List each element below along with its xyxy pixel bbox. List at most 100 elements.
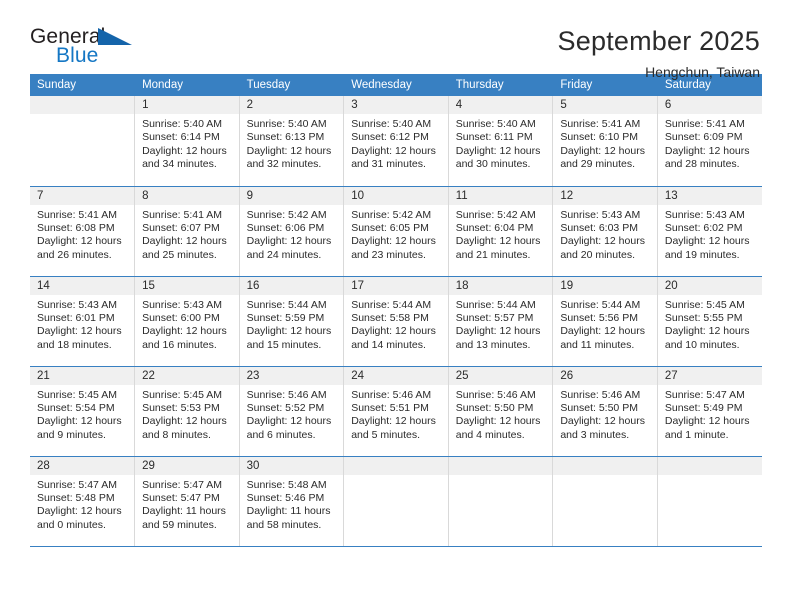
- sun-detail-line: and 30 minutes.: [455, 158, 531, 171]
- calendar-day-cell[interactable]: 29 Sunrise: 5:47 AM Sunset: 5:47 PM Dayligh…: [134, 456, 240, 547]
- sun-detail-line: Daylight: 12 hours: [351, 144, 436, 157]
- calendar-day-cell[interactable]: 2 Sunrise: 5:40 AM Sunset: 6:13 PM Daylight…: [239, 96, 345, 187]
- day-number: 9: [239, 186, 344, 205]
- day-number: 17: [344, 276, 448, 295]
- day-number: 30: [239, 456, 344, 475]
- sun-detail-line: Daylight: 12 hours: [246, 325, 332, 338]
- sun-details: Sunrise: 5:46 AM Sunset: 5:50 PM Daylight:…: [449, 385, 553, 443]
- calendar-day-cell[interactable]: 5 Sunrise: 5:41 AM Sunset: 6:10 PM Daylight…: [552, 96, 658, 187]
- sun-detail-line: Sunset: 6:08 PM: [37, 221, 115, 234]
- sun-detail-line: and 28 minutes.: [664, 158, 740, 171]
- calendar-day-cell[interactable]: 7 Sunrise: 5:41 AM Sunset: 6:08 PM Daylight…: [30, 186, 136, 277]
- calendar-day-cell[interactable]: 12 Sunrise: 5:43 AM Sunset: 6:03 PM Dayligh…: [552, 186, 658, 277]
- day-number: 23: [239, 366, 344, 385]
- day-number: 3: [344, 96, 448, 114]
- day-number: 8: [135, 186, 239, 205]
- calendar-day-cell[interactable]: 26 Sunrise: 5:46 AM Sunset: 5:50 PM Dayligh…: [552, 366, 658, 457]
- sun-detail-line: Daylight: 12 hours: [142, 144, 227, 157]
- calendar-day-cell[interactable]: 9 Sunrise: 5:42 AM Sunset: 6:06 PM Daylight…: [239, 186, 345, 277]
- sun-detail-line: and 6 minutes.: [246, 428, 316, 441]
- sun-detail-line: Daylight: 12 hours: [560, 144, 645, 157]
- calendar-day-cell[interactable]: 27 Sunrise: 5:47 AM Sunset: 5:49 PM Dayligh…: [657, 366, 762, 457]
- calendar-day-cell[interactable]: 23 Sunrise: 5:46 AM Sunset: 5:52 PM Dayligh…: [239, 366, 345, 457]
- sun-detail-line: and 20 minutes.: [560, 248, 636, 261]
- calendar-day-cell[interactable]: 10 Sunrise: 5:42 AM Sunset: 6:05 PM Dayligh…: [343, 186, 449, 277]
- calendar-day-cell[interactable]: 20 Sunrise: 5:45 AM Sunset: 5:55 PM Dayligh…: [657, 276, 762, 367]
- calendar-day-cell[interactable]: 18 Sunrise: 5:44 AM Sunset: 5:57 PM Dayligh…: [448, 276, 554, 367]
- sun-detail-line: Daylight: 12 hours: [560, 325, 645, 338]
- day-number: 4: [448, 96, 553, 114]
- sun-detail-line: Sunset: 5:48 PM: [37, 491, 115, 504]
- sun-detail-line: and 29 minutes.: [560, 158, 636, 171]
- calendar-day-cell[interactable]: 28 Sunrise: 5:47 AM Sunset: 5:48 PM Dayligh…: [30, 456, 136, 547]
- calendar-day-cell[interactable]: 30 Sunrise: 5:48 AM Sunset: 5:46 PM Dayligh…: [239, 456, 345, 547]
- calendar-day-cell[interactable]: 22 Sunrise: 5:45 AM Sunset: 5:53 PM Dayligh…: [134, 366, 240, 457]
- calendar-day-cell[interactable]: 16 Sunrise: 5:44 AM Sunset: 5:59 PM Dayligh…: [239, 276, 345, 367]
- sun-detail-line: Sunset: 6:13 PM: [246, 131, 325, 144]
- sun-detail-line: and 11 minutes.: [560, 338, 635, 351]
- sun-detail-line: Sunrise: 5:40 AM: [142, 118, 223, 130]
- sun-details: Sunrise: 5:47 AM Sunset: 5:47 PM Daylight:…: [135, 475, 239, 533]
- general-blue-logo[interactable]: General Blue: [30, 26, 140, 72]
- sun-detail-line: Daylight: 12 hours: [664, 235, 750, 248]
- sun-detail-line: Sunrise: 5:41 AM: [37, 208, 117, 221]
- sun-detail-line: Sunset: 6:03 PM: [560, 221, 638, 234]
- calendar-day-cell[interactable]: 3 Sunrise: 5:40 AM Sunset: 6:12 PM Daylight…: [343, 96, 449, 187]
- sun-details: Sunrise: 5:45 AM Sunset: 5:53 PM Daylight:…: [135, 385, 239, 443]
- sun-details: Sunrise: 5:44 AM Sunset: 5:56 PM Daylight:…: [553, 295, 657, 353]
- sun-detail-line: Sunset: 5:58 PM: [351, 311, 429, 324]
- calendar-day-cell[interactable]: 11 Sunrise: 5:42 AM Sunset: 6:04 PM Dayligh…: [448, 186, 554, 277]
- day-number: 22: [135, 366, 239, 385]
- calendar-day-cell-empty: [448, 456, 554, 547]
- sun-detail-line: Sunrise: 5:41 AM: [560, 118, 641, 130]
- calendar-day-cell[interactable]: 13 Sunrise: 5:43 AM Sunset: 6:02 PM Dayligh…: [657, 186, 762, 277]
- sun-detail-line: and 13 minutes.: [455, 338, 531, 351]
- sun-detail-line: and 18 minutes.: [37, 338, 112, 351]
- calendar-day-cell[interactable]: 14 Sunrise: 5:43 AM Sunset: 6:01 PM Dayligh…: [30, 276, 136, 367]
- sun-details: Sunrise: 5:43 AM Sunset: 6:00 PM Daylight:…: [135, 295, 239, 353]
- sun-details: Sunrise: 5:41 AM Sunset: 6:09 PM Daylight:…: [658, 114, 762, 172]
- sun-details: Sunrise: 5:43 AM Sunset: 6:03 PM Daylight:…: [553, 205, 657, 263]
- day-number: 2: [239, 96, 344, 114]
- calendar-day-cell[interactable]: 15 Sunrise: 5:43 AM Sunset: 6:00 PM Dayligh…: [134, 276, 240, 367]
- calendar-day-cell[interactable]: 1 Sunrise: 5:40 AM Sunset: 6:14 PM Daylight…: [134, 96, 240, 187]
- logo-text-blue: Blue: [56, 44, 99, 67]
- sun-detail-line: Sunset: 6:07 PM: [142, 221, 220, 234]
- sun-detail-line: Daylight: 12 hours: [37, 505, 122, 518]
- calendar-day-cell[interactable]: 21 Sunrise: 5:45 AM Sunset: 5:54 PM Dayligh…: [30, 366, 136, 457]
- title-block: September 2025 Hengchun, Taiwan: [558, 26, 762, 82]
- day-number: 14: [30, 276, 135, 295]
- sun-details: Sunrise: 5:46 AM Sunset: 5:50 PM Daylight:…: [553, 385, 657, 443]
- sun-detail-line: Sunrise: 5:44 AM: [560, 298, 641, 311]
- sun-details: Sunrise: 5:44 AM Sunset: 5:59 PM Daylight:…: [240, 295, 344, 353]
- calendar-grid: Sunday Monday Tuesday Wednesday Thursday Frid…: [30, 74, 763, 547]
- calendar-day-cell[interactable]: 19 Sunrise: 5:44 AM Sunset: 5:56 PM Dayligh…: [552, 276, 658, 367]
- calendar-day-cell[interactable]: 25 Sunrise: 5:46 AM Sunset: 5:50 PM Dayligh…: [448, 366, 554, 457]
- calendar-day-cell[interactable]: 17 Sunrise: 5:44 AM Sunset: 5:58 PM Dayligh…: [343, 276, 449, 367]
- day-number: 5: [553, 96, 657, 114]
- day-number: 6: [657, 96, 762, 114]
- sun-detail-line: and 21 minutes.: [455, 248, 531, 261]
- day-number: 28: [30, 456, 135, 475]
- sun-detail-line: Daylight: 11 hours: [246, 505, 331, 518]
- sun-detail-line: Sunset: 6:12 PM: [351, 131, 429, 144]
- sun-detail-line: Sunrise: 5:46 AM: [455, 388, 536, 401]
- calendar-day-cell[interactable]: 8 Sunrise: 5:41 AM Sunset: 6:07 PM Daylight…: [134, 186, 240, 277]
- calendar-day-cell[interactable]: 24 Sunrise: 5:46 AM Sunset: 5:51 PM Dayligh…: [343, 366, 449, 457]
- sun-detail-line: Daylight: 12 hours: [37, 325, 122, 338]
- sun-details: Sunrise: 5:40 AM Sunset: 6:14 PM Daylight:…: [135, 114, 239, 172]
- sun-details: Sunrise: 5:42 AM Sunset: 6:05 PM Daylight:…: [344, 205, 448, 263]
- sun-detail-line: Daylight: 12 hours: [664, 415, 750, 428]
- calendar-day-cell[interactable]: 4 Sunrise: 5:40 AM Sunset: 6:11 PM Daylight…: [448, 96, 554, 187]
- weekday-header-wednesday: Wednesday: [343, 74, 449, 96]
- weekday-header-sunday: Sunday: [30, 74, 136, 96]
- sun-detail-line: and 14 minutes.: [351, 338, 426, 351]
- sun-detail-line: Daylight: 12 hours: [455, 235, 541, 248]
- calendar-day-cell[interactable]: 6 Sunrise: 5:41 AM Sunset: 6:09 PM Daylight…: [657, 96, 762, 187]
- sun-detail-line: Sunrise: 5:46 AM: [246, 388, 327, 401]
- day-number: 19: [553, 276, 657, 295]
- page-title: September 2025: [557, 26, 760, 56]
- sun-detail-line: and 59 minutes.: [142, 518, 217, 531]
- calendar-week-row: 14 Sunrise: 5:43 AM Sunset: 6:01 PM Dayligh…: [30, 276, 762, 367]
- day-number: 11: [448, 186, 553, 205]
